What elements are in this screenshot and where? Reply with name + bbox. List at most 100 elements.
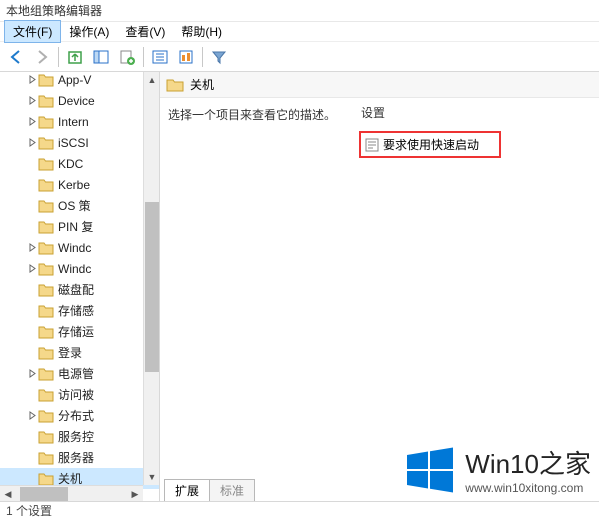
settings-list-column: 设置 要求使用快速启动	[355, 98, 599, 501]
folder-icon	[38, 430, 54, 444]
tab-extended[interactable]: 扩展	[164, 479, 210, 501]
tree-item[interactable]: 电源管	[0, 363, 160, 384]
tree-item[interactable]: iSCSI	[0, 132, 160, 153]
tree-item[interactable]: Windc	[0, 237, 160, 258]
folder-icon	[38, 451, 54, 465]
scroll-down-icon[interactable]: ▼	[144, 469, 160, 485]
expand-icon[interactable]	[26, 96, 38, 105]
scrollbar-thumb[interactable]	[20, 487, 68, 501]
description-column: 选择一个项目来查看它的描述。	[160, 98, 355, 501]
setting-item[interactable]: 要求使用快速启动	[359, 131, 501, 158]
tab-bar: 扩展 标准	[160, 477, 254, 501]
forward-button[interactable]	[30, 45, 54, 69]
tree-item-label: 存储感	[58, 302, 94, 319]
setting-icon	[365, 138, 379, 152]
expand-icon[interactable]	[26, 369, 38, 378]
properties-button[interactable]	[174, 45, 198, 69]
folder-icon	[38, 262, 54, 276]
menu-file[interactable]: 文件(F)	[4, 20, 61, 43]
tree-item-label: 存储运	[58, 323, 94, 340]
tree-item[interactable]: 分布式	[0, 405, 160, 426]
tree-item[interactable]: 存储运	[0, 321, 160, 342]
watermark-url: www.win10xitong.com	[465, 481, 591, 495]
folder-icon	[38, 388, 54, 402]
expand-icon[interactable]	[26, 117, 38, 126]
tree-item-label: iSCSI	[58, 136, 89, 150]
filter-button[interactable]	[207, 45, 231, 69]
tab-standard[interactable]: 标准	[209, 479, 255, 501]
folder-icon	[38, 283, 54, 297]
menu-action[interactable]: 操作(A)	[61, 21, 117, 42]
toolbar-separator	[202, 47, 203, 67]
menubar: 文件(F) 操作(A) 查看(V) 帮助(H)	[0, 22, 599, 42]
tree-pane: App-V Device Intern iSCSI KDC Kerbe OS 策 PIN 复 W…	[0, 72, 160, 501]
back-button[interactable]	[4, 45, 28, 69]
expand-icon[interactable]	[26, 75, 38, 84]
show-hide-tree-button[interactable]	[89, 45, 113, 69]
detail-body: 选择一个项目来查看它的描述。 设置 要求使用快速启动	[160, 98, 599, 501]
detail-header: 关机	[160, 72, 599, 98]
tree-item[interactable]: 访问被	[0, 384, 160, 405]
toolbar-separator	[58, 47, 59, 67]
tree-item[interactable]: Windc	[0, 258, 160, 279]
scroll-left-icon[interactable]: ◀	[0, 486, 16, 501]
expand-icon[interactable]	[26, 264, 38, 273]
folder-icon	[38, 136, 54, 150]
tree-item[interactable]: 磁盘配	[0, 279, 160, 300]
up-button[interactable]	[63, 45, 87, 69]
tree-item-label: OS 策	[58, 197, 91, 214]
tree-horizontal-scrollbar[interactable]: ◀ ▶	[0, 485, 143, 501]
export-button[interactable]	[115, 45, 139, 69]
folder-icon	[38, 115, 54, 129]
folder-tree[interactable]: App-V Device Intern iSCSI KDC Kerbe OS 策 PIN 复 W…	[0, 72, 160, 489]
expand-icon[interactable]	[26, 243, 38, 252]
setting-label: 要求使用快速启动	[383, 136, 479, 153]
tree-item-label: 访问被	[58, 386, 94, 403]
scroll-right-icon[interactable]: ▶	[127, 486, 143, 501]
detail-header-title: 关机	[190, 76, 214, 93]
tree-item-label: 分布式	[58, 407, 94, 424]
toolbar	[0, 42, 599, 72]
watermark-brand-suffix: 之家	[539, 449, 591, 479]
tree-item-label: Device	[58, 94, 95, 108]
tree-item-label: Windc	[58, 262, 91, 276]
folder-icon	[38, 178, 54, 192]
tree-item[interactable]: PIN 复	[0, 216, 160, 237]
tree-item[interactable]: 登录	[0, 342, 160, 363]
scrollbar-thumb[interactable]	[145, 202, 159, 372]
tree-item[interactable]: 存储感	[0, 300, 160, 321]
menu-view[interactable]: 查看(V)	[117, 21, 173, 42]
scroll-up-icon[interactable]: ▲	[144, 72, 160, 88]
tree-item[interactable]: Device	[0, 90, 160, 111]
tree-item[interactable]: Intern	[0, 111, 160, 132]
tree-vertical-scrollbar[interactable]: ▲ ▼	[143, 72, 159, 485]
folder-icon	[38, 73, 54, 87]
folder-icon	[38, 346, 54, 360]
settings-column-header[interactable]: 设置	[355, 104, 599, 121]
statusbar-text: 1 个设置	[6, 502, 52, 519]
tree-item[interactable]: KDC	[0, 153, 160, 174]
tree-item[interactable]: OS 策	[0, 195, 160, 216]
toolbar-separator	[143, 47, 144, 67]
refresh-button[interactable]	[148, 45, 172, 69]
tree-item[interactable]: 服务器	[0, 447, 160, 468]
windows-logo-icon	[405, 445, 455, 495]
tree-item[interactable]: App-V	[0, 72, 160, 90]
folder-icon	[166, 78, 184, 92]
content-area: App-V Device Intern iSCSI KDC Kerbe OS 策 PIN 复 W…	[0, 72, 599, 501]
watermark-brand-prefix: Win10	[465, 449, 539, 479]
tree-item-label: 电源管	[58, 365, 94, 382]
window-titlebar: 本地组策略编辑器	[0, 0, 599, 22]
folder-icon	[38, 94, 54, 108]
expand-icon[interactable]	[26, 138, 38, 147]
tree-item[interactable]: Kerbe	[0, 174, 160, 195]
folder-icon	[38, 472, 54, 486]
tree-item-label: 服务控	[58, 428, 94, 445]
tree-item[interactable]: 服务控	[0, 426, 160, 447]
tree-item-label: App-V	[58, 73, 91, 87]
expand-icon[interactable]	[26, 411, 38, 420]
menu-help[interactable]: 帮助(H)	[173, 21, 230, 42]
tree-item-label: Kerbe	[58, 178, 90, 192]
tree-item-label: Windc	[58, 241, 91, 255]
folder-icon	[38, 241, 54, 255]
